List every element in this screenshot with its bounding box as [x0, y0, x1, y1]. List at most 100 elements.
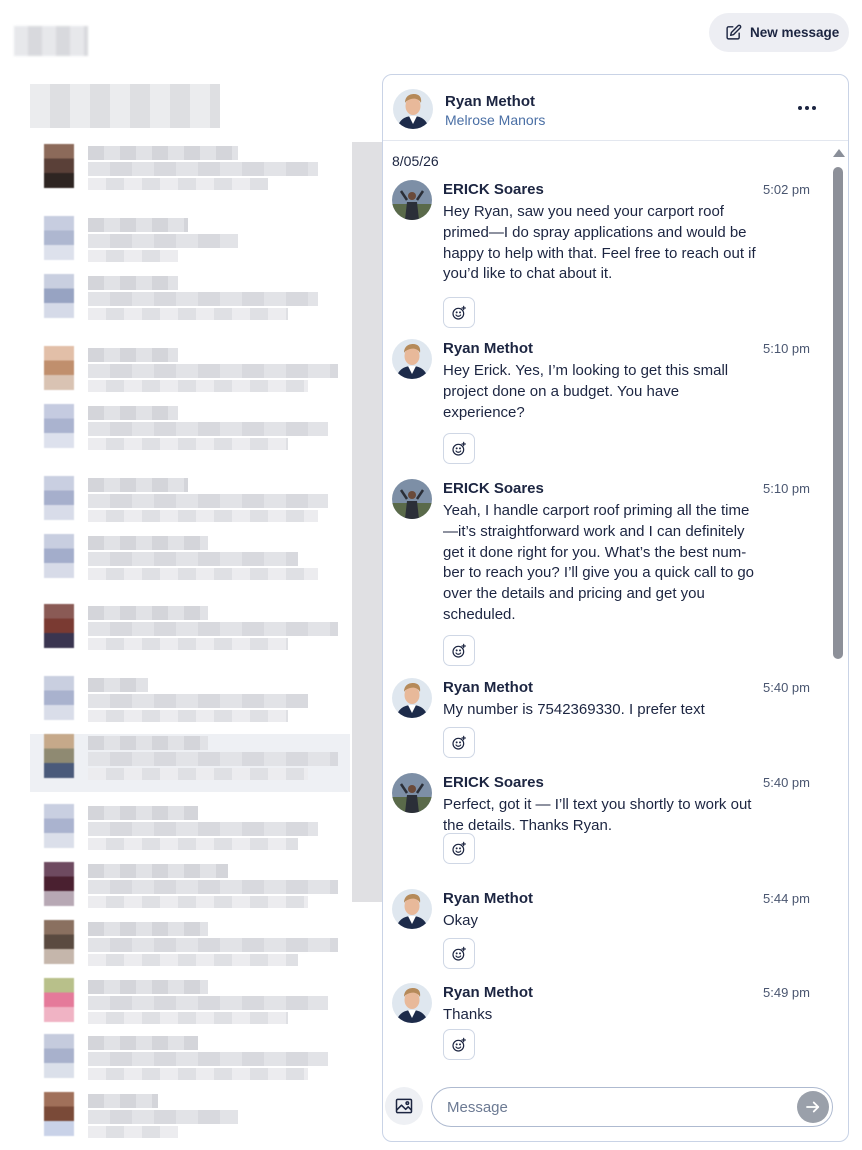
message-text: My number is 7542369330. I prefer text [443, 701, 705, 718]
add-reaction-icon [452, 643, 466, 658]
sender-name: ERICK Soares [443, 480, 544, 497]
conversation-item[interactable] [30, 604, 350, 662]
message-time: 5:10 pm [763, 481, 810, 496]
message-text: Hey Ryan, saw you need your carport roof… [443, 203, 756, 283]
add-reaction-button[interactable] [443, 1029, 475, 1060]
add-reaction-button[interactable] [443, 938, 475, 969]
message-text: Hey Erick. Yes, I’m looking to get this … [443, 362, 729, 421]
conversation-item[interactable] [30, 862, 350, 920]
erick-avatar[interactable] [392, 773, 432, 813]
thread-scrollbar[interactable] [831, 145, 845, 1075]
more-horizontal-icon [798, 106, 802, 110]
contact-avatar[interactable] [393, 89, 433, 129]
sender-name: Ryan Methot [443, 984, 533, 1001]
avatar [44, 274, 74, 318]
add-reaction-icon [452, 946, 466, 961]
new-message-button[interactable]: New message [709, 13, 849, 52]
add-reaction-icon [452, 1037, 466, 1052]
avatar [44, 734, 74, 778]
message: ERICK Soares 5:10 pm Yeah, I handle carpor… [392, 479, 812, 670]
conversation-item[interactable] [30, 404, 350, 462]
chat-panel: Ryan Methot Melrose Manors 8/05/26 ERICK… [382, 74, 849, 1142]
conversation-item[interactable] [30, 144, 350, 202]
list-scrollbar[interactable] [352, 142, 382, 902]
message-time: 5:49 pm [763, 985, 810, 1000]
add-reaction-icon [452, 735, 466, 750]
avatar [44, 534, 74, 578]
message-text: Okay [443, 912, 479, 929]
message-composer [383, 1081, 848, 1141]
send-button[interactable] [797, 1091, 829, 1123]
conversation-item[interactable] [30, 920, 350, 978]
conversation-item[interactable] [30, 534, 350, 592]
date-separator: 8/05/26 [392, 153, 439, 169]
ryan-avatar[interactable] [392, 983, 432, 1023]
scrollbar-thumb[interactable] [833, 167, 843, 659]
blurred-title [14, 26, 88, 56]
erick-avatar[interactable] [392, 479, 432, 519]
image-icon [395, 1098, 413, 1114]
ryan-avatar[interactable] [392, 339, 432, 379]
erick-avatar[interactable] [392, 180, 432, 220]
compose-icon [726, 24, 742, 40]
message: Ryan Methot 5:10 pm Hey Erick. Yes, I’m lo… [392, 339, 812, 468]
contact-name: Ryan Methot [445, 93, 535, 110]
avatar [44, 476, 74, 520]
add-reaction-icon [452, 841, 466, 856]
message: ERICK Soares 5:02 pm Hey Ryan, saw you nee… [392, 180, 812, 332]
sender-name: Ryan Methot [443, 340, 533, 357]
avatar [44, 144, 74, 188]
message-text: Yeah, I handle carport roof priming all … [443, 502, 755, 623]
message-time: 5:44 pm [763, 891, 810, 906]
conversation-item[interactable] [30, 804, 350, 862]
conversation-item[interactable] [30, 978, 350, 1036]
scroll-up-arrow-icon[interactable] [833, 149, 845, 157]
add-reaction-button[interactable] [443, 635, 475, 666]
avatar [44, 604, 74, 648]
avatar [44, 216, 74, 260]
send-arrow-icon [806, 1101, 820, 1113]
message-time: 5:40 pm [763, 775, 810, 790]
conversation-item[interactable] [30, 1034, 350, 1092]
add-reaction-button[interactable] [443, 297, 475, 328]
ryan-avatar[interactable] [392, 889, 432, 929]
conversation-item[interactable] [30, 274, 350, 332]
conversation-item[interactable] [30, 1092, 350, 1150]
conversation-item-selected[interactable] [30, 734, 350, 792]
add-reaction-icon [452, 305, 466, 320]
conversation-list [14, 72, 382, 1150]
message: Ryan Methot 5:44 pm Okay [392, 889, 812, 973]
add-reaction-button[interactable] [443, 727, 475, 758]
sender-name: ERICK Soares [443, 181, 544, 198]
new-message-label: New message [750, 25, 840, 40]
message: Ryan Methot 5:40 pm My number is 754236933… [392, 678, 812, 762]
avatar [44, 346, 74, 390]
message-input[interactable] [431, 1087, 833, 1127]
avatar [44, 920, 74, 964]
conversation-item[interactable] [30, 216, 350, 274]
sender-name: Ryan Methot [443, 679, 533, 696]
avatar [44, 862, 74, 906]
conversation-item[interactable] [30, 676, 350, 734]
top-bar: New message [0, 0, 862, 70]
message: ERICK Soares 5:40 pm Perfect, got it — I’l… [392, 773, 812, 868]
message-time: 5:02 pm [763, 182, 810, 197]
message: Ryan Methot 5:49 pm Thanks [392, 983, 812, 1064]
sender-name: Ryan Methot [443, 890, 533, 907]
attach-image-button[interactable] [385, 1087, 423, 1125]
conversation-item[interactable] [30, 476, 350, 534]
avatar [44, 1092, 74, 1136]
message-text: Thanks [443, 1006, 493, 1023]
contact-subtitle[interactable]: Melrose Manors [445, 112, 545, 128]
add-reaction-button[interactable] [443, 833, 475, 864]
chat-header: Ryan Methot Melrose Manors [383, 75, 848, 141]
message-text: Perfect, got it — I’ll text you shortly … [443, 796, 752, 834]
sender-name: ERICK Soares [443, 774, 544, 791]
add-reaction-button[interactable] [443, 433, 475, 464]
ryan-avatar[interactable] [392, 678, 432, 718]
message-time: 5:40 pm [763, 680, 810, 695]
conversation-item[interactable] [30, 346, 350, 404]
message-time: 5:10 pm [763, 341, 810, 356]
more-options-button[interactable] [794, 97, 820, 119]
avatar [44, 1034, 74, 1078]
